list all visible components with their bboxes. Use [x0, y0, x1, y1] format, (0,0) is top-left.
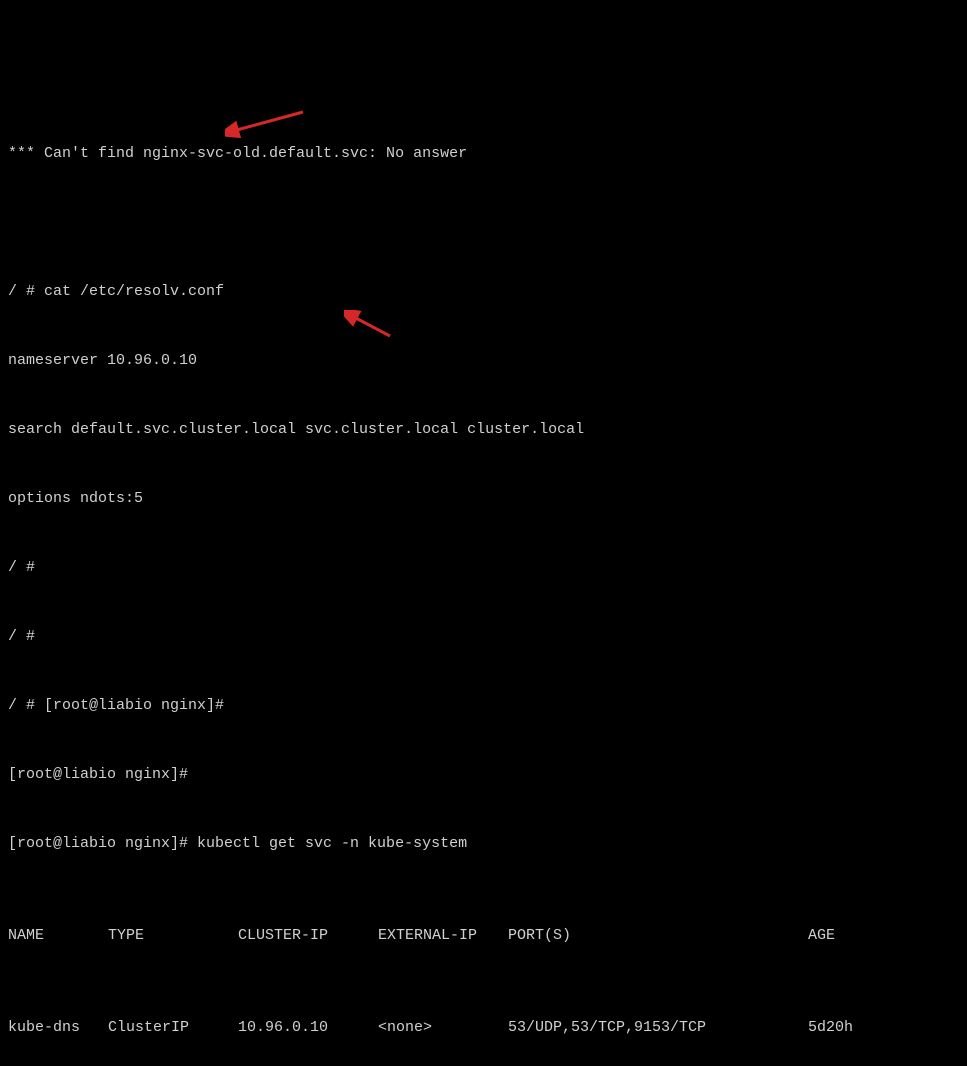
output-line: [root@liabio nginx]# kubectl get svc -n … [8, 832, 959, 855]
svc-header-type: TYPE [108, 924, 238, 947]
svc-type: ClusterIP [108, 1016, 238, 1039]
svc-header-name: NAME [8, 924, 108, 947]
output-line: / # [root@liabio nginx]# [8, 694, 959, 717]
terminal[interactable]: *** Can't find nginx-svc-old.default.svc… [8, 96, 959, 1066]
svc-eip: <none> [378, 1016, 508, 1039]
svc-header-cip: CLUSTER-IP [238, 924, 378, 947]
svc-header-eip: EXTERNAL-IP [378, 924, 508, 947]
svc-header-age: AGE [808, 924, 888, 947]
svc-cip: 10.96.0.10 [238, 1016, 378, 1039]
output-line: search default.svc.cluster.local svc.clu… [8, 418, 959, 441]
svc-data-row: kube-dns ClusterIP 10.96.0.10 <none> 53/… [8, 1016, 959, 1039]
svc-port: 53/UDP,53/TCP,9153/TCP [508, 1016, 808, 1039]
output-line: / # cat /etc/resolv.conf [8, 280, 959, 303]
output-line: / # [8, 556, 959, 579]
output-line: / # [8, 625, 959, 648]
svc-header-row: NAME TYPE CLUSTER-IP EXTERNAL-IP PORT(S)… [8, 924, 959, 947]
output-line: [root@liabio nginx]# [8, 763, 959, 786]
output-line [8, 211, 959, 234]
output-line: nameserver 10.96.0.10 [8, 349, 959, 372]
output-line: options ndots:5 [8, 487, 959, 510]
svc-header-port: PORT(S) [508, 924, 808, 947]
svc-age: 5d20h [808, 1016, 888, 1039]
svc-name: kube-dns [8, 1016, 108, 1039]
output-line: *** Can't find nginx-svc-old.default.svc… [8, 142, 959, 165]
